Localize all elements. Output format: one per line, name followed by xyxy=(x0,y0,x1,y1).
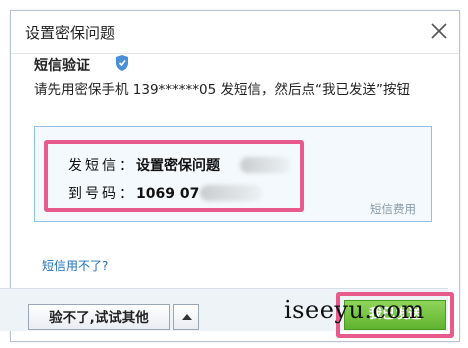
sms-content-label: 发短信： xyxy=(68,158,136,174)
dialog-title: 设置密保问题 xyxy=(25,24,116,42)
sms-number-value: 1069 07 xyxy=(136,186,200,202)
try-other-button[interactable]: 验不了,试试其他 xyxy=(28,304,170,330)
confirm-sent-button[interactable]: 我已发送 xyxy=(344,300,446,330)
sms-content-row: 发短信：设置密保问题 xyxy=(68,155,220,175)
sms-help-link[interactable]: 短信用不了? xyxy=(42,257,108,274)
chevron-up-icon[interactable] xyxy=(173,304,199,330)
title-bar: 设置密保问题 xyxy=(11,11,459,54)
redacted-blur xyxy=(240,157,290,173)
instructions-text: 请先用密保手机 139******05 发短信，然后点“我已发送”按钮 xyxy=(34,82,411,98)
sms-number-label: 到号码： xyxy=(68,186,136,202)
section-heading: 短信验证 xyxy=(34,58,90,74)
shield-icon xyxy=(116,55,128,71)
close-icon[interactable] xyxy=(427,19,451,43)
sms-number-row: 到号码：1069 07 xyxy=(68,183,199,203)
sms-content-value: 设置密保问题 xyxy=(136,158,220,174)
sms-fee-note: 短信费用 xyxy=(370,202,416,216)
redacted-blur xyxy=(200,185,262,201)
